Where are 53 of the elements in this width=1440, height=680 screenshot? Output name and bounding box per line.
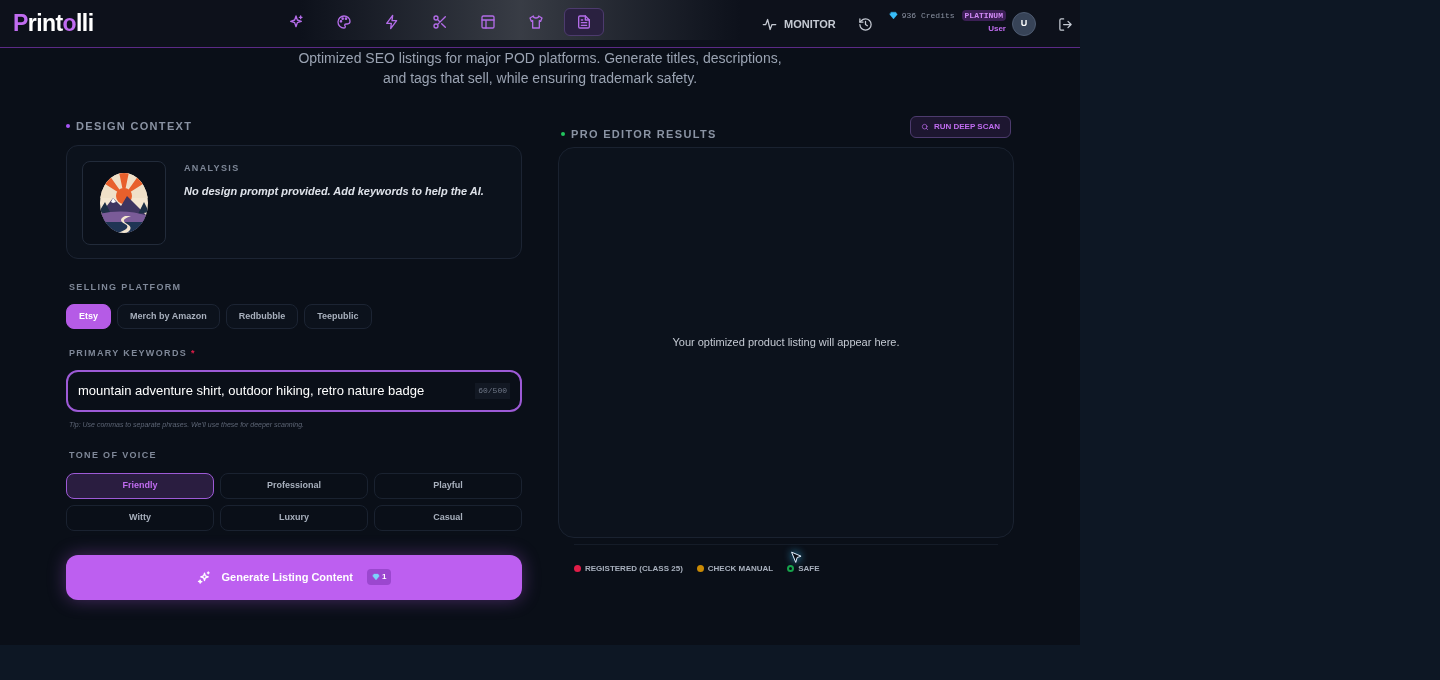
tone-option[interactable]: Casual bbox=[374, 504, 522, 531]
section-title: DESIGN CONTEXT bbox=[76, 119, 193, 134]
character-count: 60/500 bbox=[475, 382, 510, 399]
pulse-icon bbox=[762, 16, 777, 32]
platform-tab[interactable]: Etsy bbox=[66, 304, 111, 329]
deep-scan-button[interactable]: RUN DEEP SCAN bbox=[909, 116, 1011, 139]
scissors-icon bbox=[432, 14, 448, 30]
diamond-icon bbox=[888, 11, 898, 20]
nav-button[interactable] bbox=[564, 8, 604, 36]
platform-tab[interactable]: Redbubble bbox=[225, 304, 299, 329]
layout-icon bbox=[480, 14, 496, 30]
analysis-label: ANALYSIS bbox=[184, 161, 241, 175]
logout-icon bbox=[1057, 16, 1073, 32]
plan-badge: PLATINUM bbox=[961, 10, 1006, 21]
document-icon bbox=[576, 14, 592, 30]
empty-message: Your optimized product listing will appear here. bbox=[672, 334, 900, 350]
platform-tab[interactable]: Teepublic bbox=[304, 304, 372, 329]
cursor-icon bbox=[790, 550, 803, 564]
intro-text: Optimized SEO listings for major POD platforms. Generate titles, descriptions, bbox=[298, 49, 782, 68]
palette-icon bbox=[336, 14, 352, 30]
legend-label: REGISTERED (CLASS 25) bbox=[585, 562, 683, 575]
tone-option[interactable]: Luxury bbox=[220, 504, 368, 531]
shirt-icon bbox=[528, 14, 544, 30]
legend-label: CHECK MANUAL bbox=[707, 562, 774, 575]
lightning-icon bbox=[384, 14, 400, 30]
diamond-icon bbox=[371, 573, 380, 581]
legend-label: SAFE bbox=[798, 562, 820, 575]
tone-option[interactable]: Witty bbox=[66, 504, 214, 531]
required-mark: * bbox=[191, 347, 195, 360]
credits-text: 936 Credits bbox=[901, 9, 955, 22]
tone-option[interactable]: Professional bbox=[220, 472, 368, 499]
field-label: SELLING PLATFORM bbox=[69, 280, 183, 294]
logout-button[interactable] bbox=[1057, 16, 1073, 32]
tone-option[interactable]: Playful bbox=[374, 472, 522, 499]
sparkles-icon bbox=[288, 14, 304, 30]
sparkles-icon bbox=[196, 569, 212, 585]
platform-tab[interactable]: Merch by Amazon bbox=[117, 304, 220, 329]
section-title: PRO EDITOR RESULTS bbox=[571, 127, 717, 142]
generate-button[interactable]: Generate Listing Content 1 bbox=[66, 554, 522, 600]
history-button[interactable] bbox=[857, 16, 873, 32]
cost-badge: 1 bbox=[366, 569, 392, 585]
intro-text: and tags that sell, while ensuring trademark safety. bbox=[382, 69, 698, 88]
field-label: PRIMARY KEYWORDS bbox=[69, 347, 188, 360]
analysis-text: No design prompt provided. Add keywords to help the AI. bbox=[184, 184, 484, 199]
user-avatar[interactable]: U bbox=[1011, 12, 1036, 36]
history-icon bbox=[857, 16, 873, 32]
logo: Printolli bbox=[13, 9, 94, 39]
tone-option[interactable]: Friendly bbox=[66, 472, 214, 499]
search-icon bbox=[920, 123, 929, 132]
user-name: User bbox=[988, 22, 1006, 35]
monitor-button[interactable]: MONITOR bbox=[762, 15, 836, 33]
field-label: TONE OF VOICE bbox=[69, 449, 158, 462]
keywords-field[interactable]: mountain adventure shirt, outdoor hiking, retro nature badge 60/500 bbox=[66, 369, 522, 412]
